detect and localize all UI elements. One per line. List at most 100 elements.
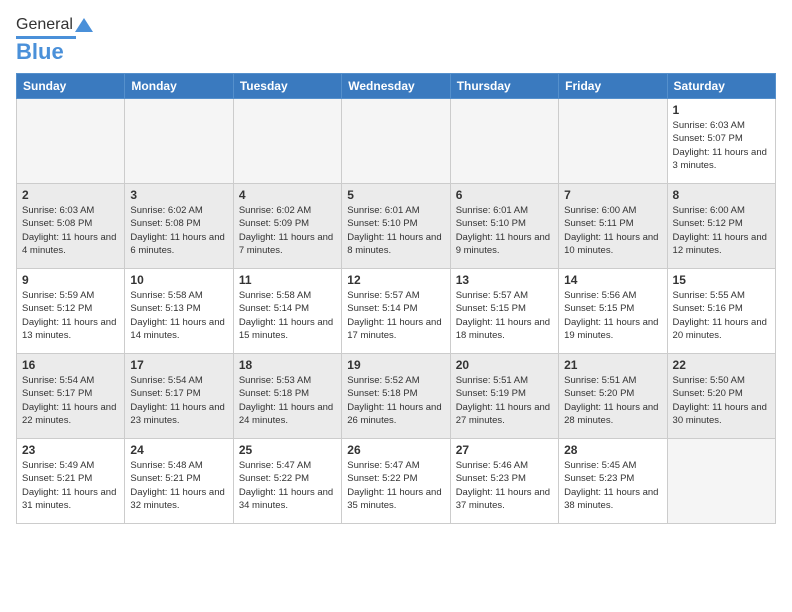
- day-info: Sunrise: 5:54 AMSunset: 5:17 PMDaylight:…: [130, 374, 227, 427]
- calendar-day-cell: 1Sunrise: 6:03 AMSunset: 5:07 PMDaylight…: [667, 99, 775, 184]
- day-info: Sunrise: 5:51 AMSunset: 5:20 PMDaylight:…: [564, 374, 661, 427]
- day-info: Sunrise: 5:47 AMSunset: 5:22 PMDaylight:…: [239, 459, 336, 512]
- calendar-day-cell: 18 Sunrise: 5:53 AMSunset: 5:18 PMDayligh…: [233, 354, 341, 439]
- calendar-week-row: 2 Sunrise: 6:03 AMSunset: 5:08 PMDaylight…: [17, 184, 776, 269]
- calendar-day-cell: 7 Sunrise: 6:00 AMSunset: 5:11 PMDaylight…: [559, 184, 667, 269]
- calendar-day-cell: 13 Sunrise: 5:57 AMSunset: 5:15 PMDayligh…: [450, 269, 558, 354]
- day-number: 5: [347, 188, 444, 202]
- calendar-day-cell: 23 Sunrise: 5:49 AMSunset: 5:21 PMDayligh…: [17, 439, 125, 524]
- day-number: 28: [564, 443, 661, 457]
- calendar-week-row: 23 Sunrise: 5:49 AMSunset: 5:21 PMDayligh…: [17, 439, 776, 524]
- calendar-day-cell: 28 Sunrise: 5:45 AMSunset: 5:23 PMDayligh…: [559, 439, 667, 524]
- calendar-day-cell: 15 Sunrise: 5:55 AMSunset: 5:16 PMDayligh…: [667, 269, 775, 354]
- day-info: Sunrise: 5:54 AMSunset: 5:17 PMDaylight:…: [22, 374, 119, 427]
- day-info: Sunrise: 5:50 AMSunset: 5:20 PMDaylight:…: [673, 374, 770, 427]
- day-number: 8: [673, 188, 770, 202]
- day-info: Sunrise: 5:58 AMSunset: 5:14 PMDaylight:…: [239, 289, 336, 342]
- calendar-header-friday: Friday: [559, 74, 667, 99]
- day-number: 20: [456, 358, 553, 372]
- day-number: 24: [130, 443, 227, 457]
- day-info: Sunrise: 6:02 AMSunset: 5:09 PMDaylight:…: [239, 204, 336, 257]
- day-number: 15: [673, 273, 770, 287]
- day-number: 10: [130, 273, 227, 287]
- day-info: Sunrise: 5:47 AMSunset: 5:22 PMDaylight:…: [347, 459, 444, 512]
- day-number: 12: [347, 273, 444, 287]
- calendar-week-row: 16 Sunrise: 5:54 AMSunset: 5:17 PMDayligh…: [17, 354, 776, 439]
- calendar-day-cell: 8 Sunrise: 6:00 AMSunset: 5:12 PMDaylight…: [667, 184, 775, 269]
- day-info: Sunrise: 5:56 AMSunset: 5:15 PMDaylight:…: [564, 289, 661, 342]
- calendar-day-cell: 26 Sunrise: 5:47 AMSunset: 5:22 PMDayligh…: [342, 439, 450, 524]
- day-number: 13: [456, 273, 553, 287]
- day-number: 19: [347, 358, 444, 372]
- day-info: Sunrise: 5:49 AMSunset: 5:21 PMDaylight:…: [22, 459, 119, 512]
- day-number: 4: [239, 188, 336, 202]
- day-info: Sunrise: 5:46 AMSunset: 5:23 PMDaylight:…: [456, 459, 553, 512]
- calendar-day-cell: 21Sunrise: 5:51 AMSunset: 5:20 PMDayligh…: [559, 354, 667, 439]
- calendar-day-cell: 14 Sunrise: 5:56 AMSunset: 5:15 PMDayligh…: [559, 269, 667, 354]
- day-number: 25: [239, 443, 336, 457]
- calendar-day-cell: 27Sunrise: 5:46 AMSunset: 5:23 PMDayligh…: [450, 439, 558, 524]
- day-info: Sunrise: 6:01 AMSunset: 5:10 PMDaylight:…: [347, 204, 444, 257]
- day-info: Sunrise: 5:58 AMSunset: 5:13 PMDaylight:…: [130, 289, 227, 342]
- day-number: 6: [456, 188, 553, 202]
- calendar-day-cell: 24 Sunrise: 5:48 AMSunset: 5:21 PMDayligh…: [125, 439, 233, 524]
- day-number: 16: [22, 358, 119, 372]
- day-info: Sunrise: 6:00 AMSunset: 5:12 PMDaylight:…: [673, 204, 770, 257]
- logo-blue-text: Blue: [16, 39, 64, 65]
- day-info: Sunrise: 5:45 AMSunset: 5:23 PMDaylight:…: [564, 459, 661, 512]
- day-info: Sunrise: 6:00 AMSunset: 5:11 PMDaylight:…: [564, 204, 661, 257]
- calendar-day-cell: 20 Sunrise: 5:51 AMSunset: 5:19 PMDayligh…: [450, 354, 558, 439]
- logo-triangle-icon: [75, 16, 93, 34]
- calendar-header-thursday: Thursday: [450, 74, 558, 99]
- calendar-day-cell: 6 Sunrise: 6:01 AMSunset: 5:10 PMDaylight…: [450, 184, 558, 269]
- day-number: 23: [22, 443, 119, 457]
- calendar-day-cell: [342, 99, 450, 184]
- calendar-day-cell: 17Sunrise: 5:54 AMSunset: 5:17 PMDayligh…: [125, 354, 233, 439]
- day-info: Sunrise: 5:48 AMSunset: 5:21 PMDaylight:…: [130, 459, 227, 512]
- calendar-day-cell: 22 Sunrise: 5:50 AMSunset: 5:20 PMDayligh…: [667, 354, 775, 439]
- calendar-header-wednesday: Wednesday: [342, 74, 450, 99]
- calendar-week-row: 1Sunrise: 6:03 AMSunset: 5:07 PMDaylight…: [17, 99, 776, 184]
- day-number: 9: [22, 273, 119, 287]
- calendar-day-cell: 9Sunrise: 5:59 AMSunset: 5:12 PMDaylight…: [17, 269, 125, 354]
- calendar-header-sunday: Sunday: [17, 74, 125, 99]
- calendar-day-cell: 3Sunrise: 6:02 AMSunset: 5:08 PMDaylight…: [125, 184, 233, 269]
- day-number: 14: [564, 273, 661, 287]
- calendar-header-row: SundayMondayTuesdayWednesdayThursdayFrid…: [17, 74, 776, 99]
- day-info: Sunrise: 5:55 AMSunset: 5:16 PMDaylight:…: [673, 289, 770, 342]
- calendar-week-row: 9Sunrise: 5:59 AMSunset: 5:12 PMDaylight…: [17, 269, 776, 354]
- day-info: Sunrise: 5:52 AMSunset: 5:18 PMDaylight:…: [347, 374, 444, 427]
- calendar-day-cell: [450, 99, 558, 184]
- page-header: General Blue: [16, 16, 776, 65]
- day-number: 22: [673, 358, 770, 372]
- day-number: 7: [564, 188, 661, 202]
- calendar-header-saturday: Saturday: [667, 74, 775, 99]
- day-number: 11: [239, 273, 336, 287]
- day-info: Sunrise: 5:57 AMSunset: 5:14 PMDaylight:…: [347, 289, 444, 342]
- calendar-day-cell: [233, 99, 341, 184]
- calendar-header-monday: Monday: [125, 74, 233, 99]
- calendar-day-cell: 25 Sunrise: 5:47 AMSunset: 5:22 PMDayligh…: [233, 439, 341, 524]
- calendar-table: SundayMondayTuesdayWednesdayThursdayFrid…: [16, 73, 776, 524]
- day-number: 26: [347, 443, 444, 457]
- day-info: Sunrise: 5:51 AMSunset: 5:19 PMDaylight:…: [456, 374, 553, 427]
- calendar-day-cell: 5 Sunrise: 6:01 AMSunset: 5:10 PMDaylight…: [342, 184, 450, 269]
- calendar-day-cell: 12 Sunrise: 5:57 AMSunset: 5:14 PMDayligh…: [342, 269, 450, 354]
- day-info: Sunrise: 5:53 AMSunset: 5:18 PMDaylight:…: [239, 374, 336, 427]
- day-number: 2: [22, 188, 119, 202]
- day-number: 3: [130, 188, 227, 202]
- day-number: 18: [239, 358, 336, 372]
- day-info: Sunrise: 6:03 AMSunset: 5:08 PMDaylight:…: [22, 204, 119, 257]
- calendar-day-cell: 4 Sunrise: 6:02 AMSunset: 5:09 PMDaylight…: [233, 184, 341, 269]
- day-number: 1: [673, 103, 770, 117]
- calendar-day-cell: [125, 99, 233, 184]
- calendar-header-tuesday: Tuesday: [233, 74, 341, 99]
- logo-general-text: General: [16, 16, 73, 34]
- day-info: Sunrise: 5:57 AMSunset: 5:15 PMDaylight:…: [456, 289, 553, 342]
- calendar-day-cell: 16 Sunrise: 5:54 AMSunset: 5:17 PMDayligh…: [17, 354, 125, 439]
- calendar-day-cell: [559, 99, 667, 184]
- day-info: Sunrise: 6:01 AMSunset: 5:10 PMDaylight:…: [456, 204, 553, 257]
- calendar-day-cell: 11 Sunrise: 5:58 AMSunset: 5:14 PMDayligh…: [233, 269, 341, 354]
- calendar-day-cell: [17, 99, 125, 184]
- calendar-day-cell: 10 Sunrise: 5:58 AMSunset: 5:13 PMDayligh…: [125, 269, 233, 354]
